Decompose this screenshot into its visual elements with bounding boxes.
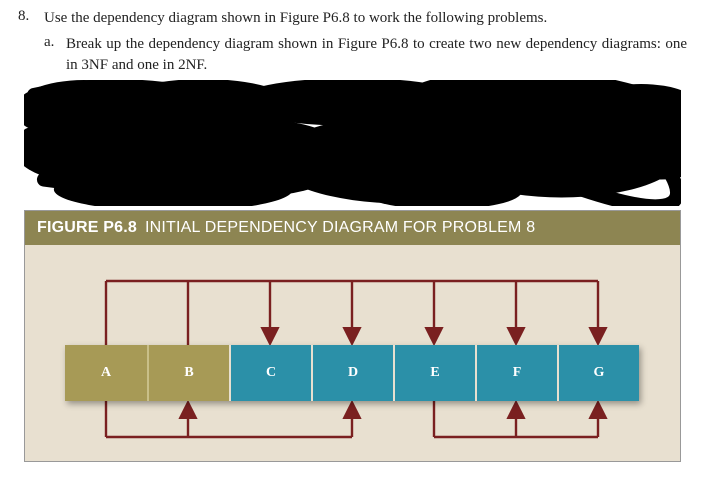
scribble-icon: [24, 80, 681, 205]
cell-e: E: [393, 345, 475, 401]
cell-d: D: [311, 345, 393, 401]
cell-c: C: [229, 345, 311, 401]
cell-g: G: [557, 345, 639, 401]
cell-f: F: [475, 345, 557, 401]
figure-container: FIGURE P6.8 INITIAL DEPENDENCY DIAGRAM F…: [24, 210, 681, 462]
question-text: Use the dependency diagram shown in Figu…: [44, 8, 547, 28]
figure-label: FIGURE P6.8: [37, 219, 137, 237]
subpart-text: Break up the dependency diagram shown in…: [66, 34, 687, 76]
figure-body: A B C D E F G: [25, 245, 680, 461]
cell-a: A: [65, 345, 147, 401]
figure-header: FIGURE P6.8 INITIAL DEPENDENCY DIAGRAM F…: [25, 211, 680, 245]
redacted-region: [24, 80, 681, 206]
figure-title: INITIAL DEPENDENCY DIAGRAM FOR PROBLEM 8: [145, 219, 535, 237]
subpart-letter: a.: [44, 34, 66, 76]
cell-b: B: [147, 345, 229, 401]
question-number: 8.: [18, 8, 44, 28]
attribute-row: A B C D E F G: [65, 345, 639, 401]
